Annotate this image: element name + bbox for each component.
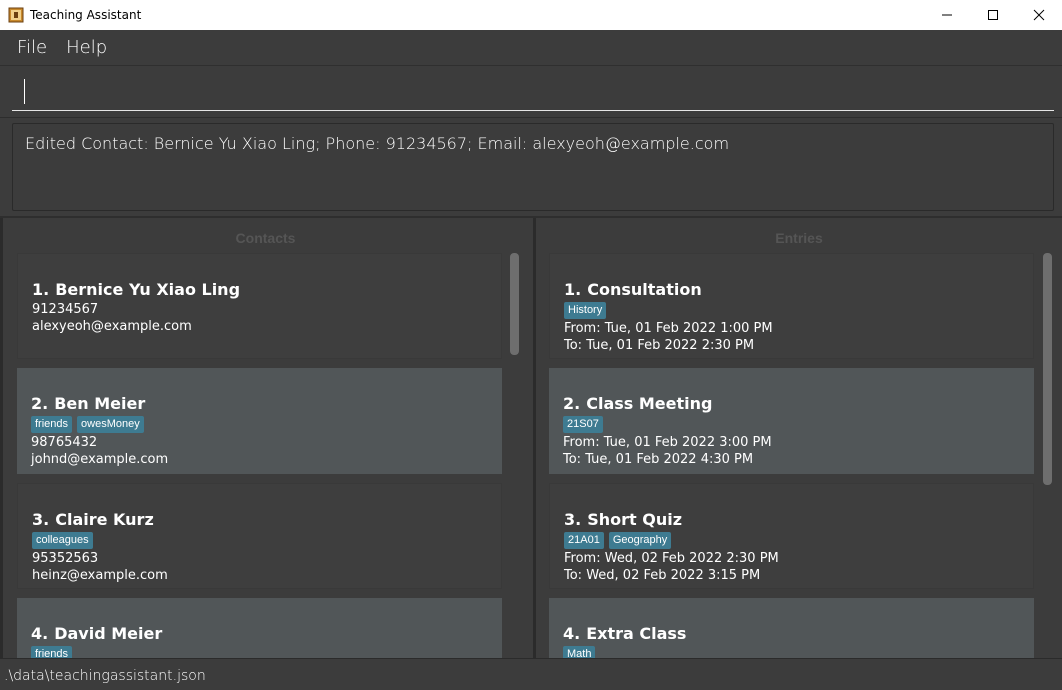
contact-name: 2. Ben Meier [31, 394, 146, 413]
minimize-button[interactable] [924, 0, 970, 30]
tag-label: friends [31, 416, 73, 433]
text-cursor [24, 79, 25, 104]
contact-tags: friends [31, 646, 488, 658]
contacts-scroll-thumb[interactable] [510, 253, 519, 355]
menu-bar: File Help [0, 30, 1062, 66]
tag-label: Math [563, 646, 596, 658]
save-location: .\data\teachingassistant.json [4, 668, 206, 684]
entry-name: 4. Extra Class [563, 624, 687, 643]
entry-name: 1. Consultation [564, 280, 702, 299]
tag-label: colleagues [32, 532, 93, 549]
menu-file[interactable]: File [0, 37, 56, 58]
maximize-icon [988, 10, 998, 20]
command-box-area [0, 66, 1062, 118]
contact-card[interactable]: 2. Ben Meier friends owesMoney 98765432 j… [17, 368, 502, 474]
entry-to: To: Tue, 01 Feb 2022 4:30 PM [563, 452, 754, 467]
contacts-scrollbar[interactable] [510, 253, 519, 648]
tag-label: History [564, 302, 607, 319]
entry-tags: 21A01 Geography [564, 532, 1019, 549]
entries-panel-title: Entries [775, 230, 823, 246]
entry-tags: History [564, 302, 1019, 319]
contacts-panel-title: Contacts [235, 230, 296, 246]
contact-phone: 95352563 [32, 551, 99, 566]
result-text: Edited Contact: Bernice Yu Xiao Ling; Ph… [25, 134, 730, 153]
contact-tags: colleagues [32, 532, 487, 549]
contact-email: alexyeoh@example.com [32, 319, 192, 334]
app-icon [8, 7, 24, 23]
tag-label: 21S07 [563, 416, 603, 433]
command-input[interactable] [12, 76, 1054, 111]
tag-label: owesMoney [77, 416, 144, 433]
entries-list[interactable]: 1. Consultation History From: Tue, 01 Feb… [549, 253, 1034, 658]
title-bar: Teaching Assistant [0, 0, 1062, 30]
window-title: Teaching Assistant [30, 8, 142, 22]
contact-phone: 91234567 [32, 302, 99, 317]
contact-phone: 98765432 [31, 435, 98, 450]
entry-from: From: Wed, 02 Feb 2022 2:30 PM [564, 551, 779, 566]
contact-tags: friends owesMoney [31, 416, 488, 433]
entry-from: From: Tue, 01 Feb 2022 1:00 PM [564, 321, 773, 336]
entry-tags: 21S07 [563, 416, 1020, 433]
tag-label: friends [31, 646, 73, 658]
close-button[interactable] [1016, 0, 1062, 30]
close-icon [1033, 9, 1045, 21]
entry-to: To: Tue, 01 Feb 2022 2:30 PM [564, 338, 755, 353]
entry-card[interactable]: 3. Short Quiz 21A01 Geography From: Wed, … [549, 483, 1034, 589]
contact-card[interactable]: 1. Bernice Yu Xiao Ling 91234567 alexyeoh… [17, 253, 502, 359]
contact-email: johnd@example.com [31, 452, 169, 467]
entry-name: 2. Class Meeting [563, 394, 713, 413]
contact-card[interactable]: 3. Claire Kurz colleagues 95352563 heinz@… [17, 483, 502, 589]
contact-name: 4. David Meier [31, 624, 163, 643]
entries-scroll-thumb[interactable] [1043, 253, 1052, 485]
contact-card[interactable]: 4. David Meier friends [17, 598, 502, 658]
contact-email: heinz@example.com [32, 568, 168, 583]
entry-card[interactable]: 1. Consultation History From: Tue, 01 Feb… [549, 253, 1034, 359]
entry-to: To: Wed, 02 Feb 2022 3:15 PM [564, 568, 761, 583]
contact-name: 1. Bernice Yu Xiao Ling [32, 280, 241, 299]
contacts-list[interactable]: 1. Bernice Yu Xiao Ling 91234567 alexyeoh… [17, 253, 502, 658]
entry-from: From: Tue, 01 Feb 2022 3:00 PM [563, 435, 772, 450]
maximize-button[interactable] [970, 0, 1016, 30]
contact-name: 3. Claire Kurz [32, 510, 154, 529]
minimize-icon [942, 14, 952, 16]
entries-scrollbar[interactable] [1043, 253, 1052, 648]
menu-help[interactable]: Help [58, 37, 116, 58]
entry-card[interactable]: 2. Class Meeting 21S07 From: Tue, 01 Feb … [549, 368, 1034, 474]
entry-card[interactable]: 4. Extra Class Math [549, 598, 1034, 658]
status-bar: .\data\teachingassistant.json [0, 658, 1062, 690]
entries-panel: Entries 1. Consultation History From: Tue… [533, 218, 1062, 658]
result-display: Edited Contact: Bernice Yu Xiao Ling; Ph… [12, 123, 1054, 211]
entry-name: 3. Short Quiz [564, 510, 683, 529]
contacts-panel: Contacts 1. Bernice Yu Xiao Ling 91234567… [0, 218, 532, 658]
tag-label: Geography [608, 532, 672, 549]
entry-tags: Math [563, 646, 1020, 658]
tag-label: 21A01 [564, 532, 604, 549]
